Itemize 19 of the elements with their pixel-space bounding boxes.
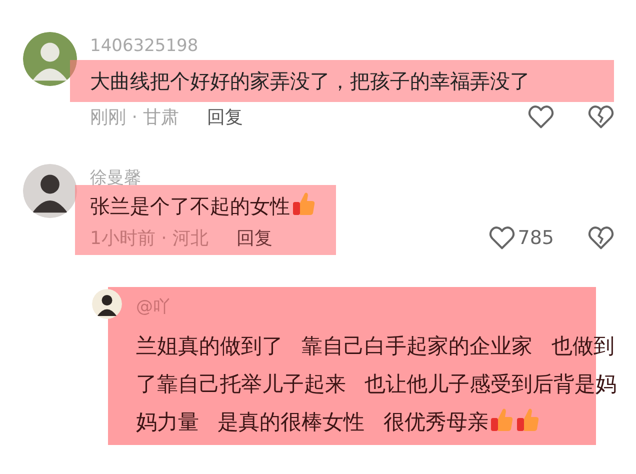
broken-heart-icon[interactable] bbox=[588, 226, 614, 250]
time-location: 1小时前 · 河北 bbox=[90, 227, 209, 250]
avatar[interactable] bbox=[92, 289, 122, 319]
reply-button[interactable]: 回复 bbox=[236, 226, 273, 250]
time-location: 刚刚 · 甘肃 bbox=[90, 106, 180, 129]
like-count: 785 bbox=[518, 227, 554, 249]
like-heart-icon[interactable] bbox=[488, 226, 515, 250]
avatar[interactable] bbox=[23, 164, 77, 218]
broken-heart-icon[interactable] bbox=[588, 105, 614, 129]
like-heart-icon[interactable] bbox=[528, 105, 554, 129]
thumbs-up-icon bbox=[292, 191, 316, 217]
comment-text: 大曲线把个好好的家弄没了，把孩子的幸福弄没了 bbox=[90, 68, 531, 95]
comment-text: 兰姐真的做到了 靠自己白手起家的企业家 也做到了靠自己托举儿子起来 也让他儿子感受到后背是妈妈力量 是真的很棒女性 很优秀母亲 bbox=[136, 333, 618, 436]
username[interactable]: 1406325198 bbox=[90, 32, 614, 56]
comment-text: 张兰是个了不起的女性 bbox=[90, 189, 316, 223]
reply-button[interactable]: 回复 bbox=[207, 105, 244, 129]
thumbs-up-icon bbox=[516, 407, 540, 433]
username[interactable]: 徐曼馨 bbox=[90, 164, 614, 188]
thumbs-up-icon bbox=[490, 407, 514, 433]
